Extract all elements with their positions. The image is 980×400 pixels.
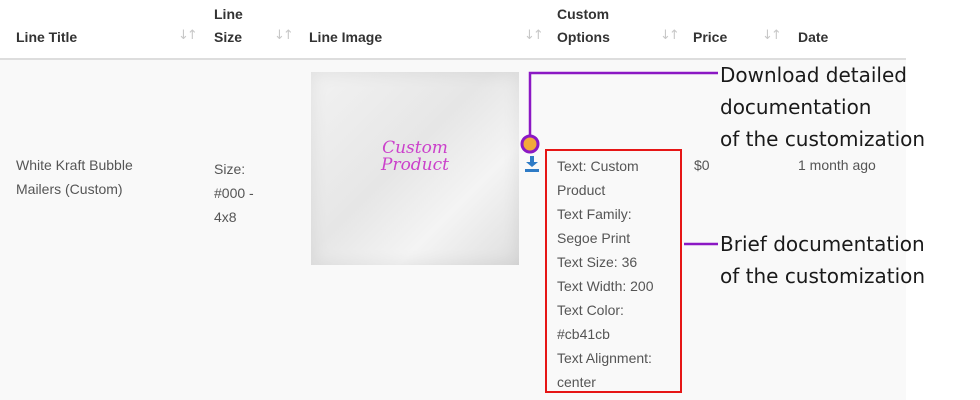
product-image: Custom Product xyxy=(311,72,519,265)
column-header-line-size[interactable]: Line Size xyxy=(214,3,243,49)
price-cell: $0 xyxy=(694,157,710,173)
column-header-line-title[interactable]: Line Title xyxy=(16,26,77,49)
column-header-line-image[interactable]: Line Image xyxy=(309,26,382,49)
custom-options-cell: Text: Custom Product Text Family: Segoe … xyxy=(557,158,654,390)
date-cell: 1 month ago xyxy=(798,157,876,173)
sort-arrows-icon[interactable]: ↓↑ xyxy=(178,28,198,43)
table-header: Line Title ↓↑ Line Size ↓↑ Line Image ↓↑… xyxy=(0,0,906,60)
sort-arrows-icon[interactable]: ↓↑ xyxy=(660,28,680,43)
download-icon[interactable] xyxy=(525,156,539,172)
line-size-cell: Size: #000 - 4x8 xyxy=(214,161,254,225)
column-header-custom-options[interactable]: Custom Options xyxy=(557,3,610,49)
column-header-date[interactable]: Date xyxy=(798,26,828,49)
sort-arrows-icon[interactable]: ↓↑ xyxy=(762,28,782,43)
download-annotation-text: Download detailed documentation of the c… xyxy=(720,63,926,151)
line-title-cell: White Kraft Bubble Mailers (Custom) xyxy=(16,157,133,197)
column-header-price[interactable]: Price xyxy=(693,26,727,49)
custom-product-text: Custom Product xyxy=(381,138,449,175)
sort-arrows-icon[interactable]: ↓↑ xyxy=(274,28,294,43)
sort-arrows-icon[interactable]: ↓↑ xyxy=(524,28,544,43)
brief-annotation-text: Brief documentation of the customization xyxy=(720,232,926,288)
